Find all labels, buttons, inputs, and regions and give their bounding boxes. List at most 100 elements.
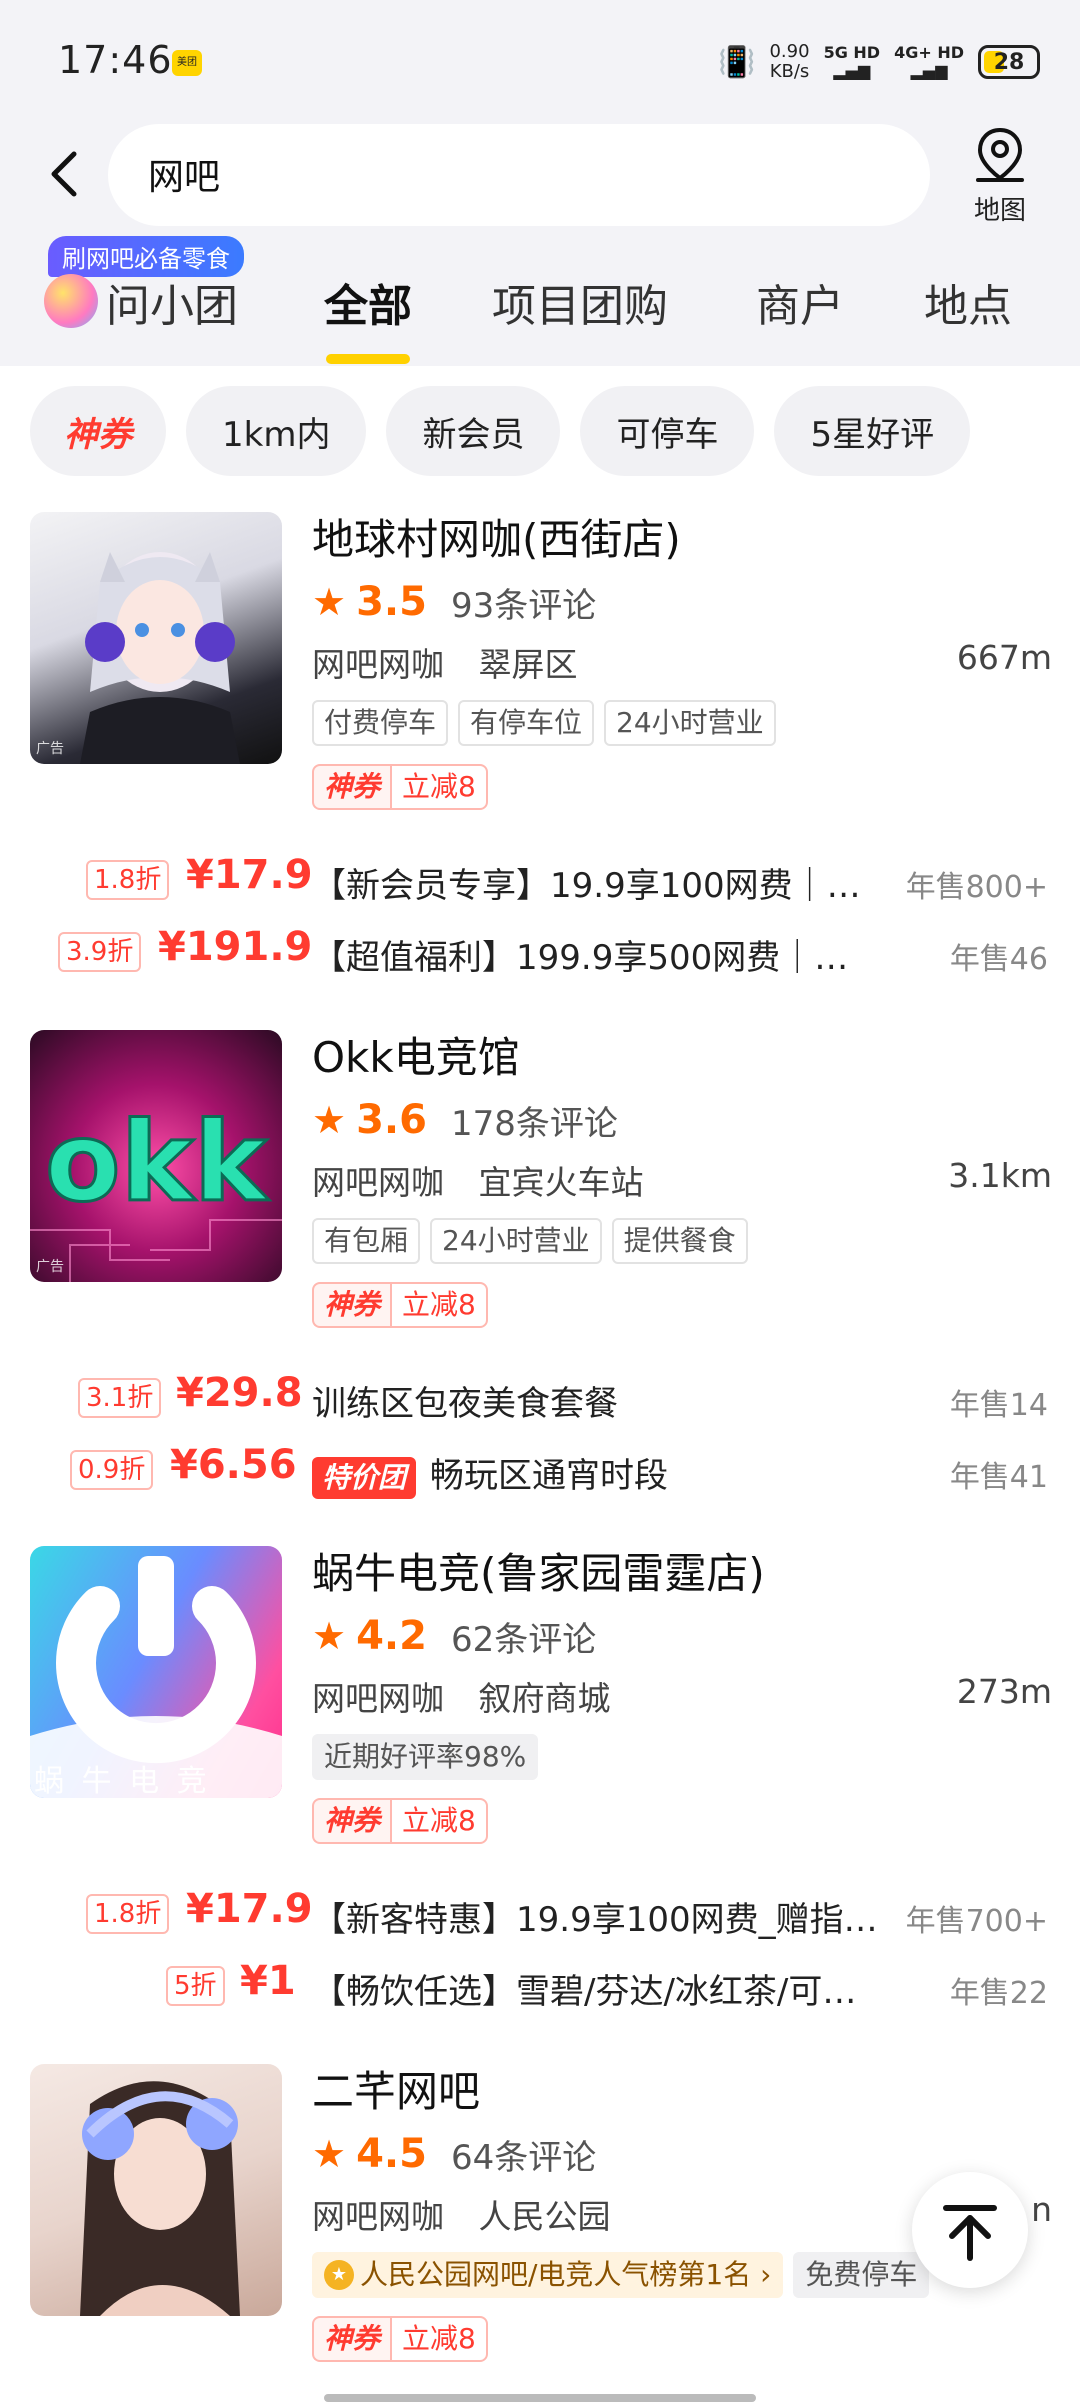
coupon-badge: 神券 立减8 xyxy=(312,764,1052,812)
shop-category: 网吧网咖 xyxy=(312,645,444,684)
search-row: 地图 xyxy=(0,120,1080,230)
back-arrow-icon[interactable] xyxy=(44,146,94,206)
shop-name[interactable]: 地球村网咖(西街店) xyxy=(312,512,1052,568)
meta-row: 网吧网咖 叙府商城 273m xyxy=(312,1672,1052,1720)
deal-desc: 特价团 畅玩区通宵时段 xyxy=(312,1448,882,1499)
snail-logo-text: 蜗 牛 电 竞 xyxy=(34,1764,211,1798)
shop-info: 蜗牛电竞(鲁家园雷霆店) ★ 4.2 62条评论 网吧网咖 叙府商城 273m … xyxy=(312,1546,1052,1846)
shop-image[interactable]: 广告 xyxy=(30,512,282,764)
deal-price: ¥29.8 xyxy=(176,1370,303,1416)
meta-row: 网吧网咖 宜宾火车站 3.1km xyxy=(312,1156,1052,1204)
deal-row[interactable]: 3.9折 ¥191.9 【超值福利】199.9享500网费｜会员… 年售46 xyxy=(0,924,1080,984)
deal-desc: 训练区包夜美食套餐 xyxy=(312,1384,618,1424)
tag-row: 有包厢 24小时营业 提供餐食 xyxy=(312,1218,1052,1266)
tab-places[interactable]: 地点 xyxy=(924,270,1012,334)
feature-tag: 提供餐食 xyxy=(611,1218,748,1264)
status-time: 17:46 xyxy=(58,38,173,82)
back-to-top-button[interactable] xyxy=(912,2172,1028,2288)
feature-tag: 24小时营业 xyxy=(430,1218,602,1264)
review-count: 93条评论 xyxy=(450,585,597,626)
star-icon: ★ xyxy=(312,1614,347,1658)
rating-row: ★ 4.2 62条评论 xyxy=(312,1612,1052,1660)
rating-score: 3.5 xyxy=(356,579,427,625)
medal-icon: ★ xyxy=(324,2260,354,2290)
deal-desc: 【新会员专享】19.9享100网费｜… xyxy=(312,866,861,906)
rating-row: ★ 3.5 93条评论 xyxy=(312,578,1052,626)
tab-merchants[interactable]: 商户 xyxy=(756,270,844,334)
shop-image[interactable]: okk 广告 xyxy=(30,1030,282,1282)
feature-tag: 付费停车 xyxy=(312,700,449,746)
tab-all[interactable]: 全部 xyxy=(324,270,412,364)
rating-row: ★ 4.5 64条评论 xyxy=(312,2130,1052,2178)
shop-name[interactable]: 二芊网吧 xyxy=(312,2064,1052,2120)
deal-discount: 5折 xyxy=(166,1966,225,2006)
feature-tag: 有停车位 xyxy=(458,700,595,746)
network-speed: 0.90 KB/s xyxy=(769,41,810,82)
star-icon: ★ xyxy=(312,1098,347,1142)
coupon-off: 立减8 xyxy=(390,1798,488,1844)
deal-desc: 【畅饮任选】雪碧/芬达/冰红茶/可乐… xyxy=(312,1972,882,2012)
map-label: 地图 xyxy=(973,196,1026,226)
shop-category: 网吧网咖 xyxy=(312,1163,444,1202)
search-box[interactable] xyxy=(108,124,930,226)
xiaotuan-logo-icon xyxy=(44,274,98,328)
svg-text:okk: okk xyxy=(45,1098,270,1226)
deal-row[interactable]: 1.8折 ¥17.9 【新客特惠】19.9享100网费_赠指… 年售700+ xyxy=(0,1886,1080,1946)
tab-bar: 刷网吧必备零食 问小团 全部 项目团购 商户 地点 xyxy=(0,234,1080,366)
shop-distance: n xyxy=(1031,2190,1052,2229)
ad-label: 广告 xyxy=(36,1259,64,1275)
deal-row[interactable]: 1.8折 ¥17.9 【新会员专享】19.9享100网费｜… 年售800+ xyxy=(0,852,1080,912)
girl-headphones-illustration xyxy=(80,2081,240,2316)
chip-coupon[interactable]: 神券 xyxy=(30,386,166,476)
signal-5g-icon: 5G HD ▂▄▆ xyxy=(823,43,881,80)
rating-score: 4.5 xyxy=(356,2131,427,2177)
vibrate-icon: 📳 xyxy=(718,44,756,80)
deal-price: ¥17.9 xyxy=(186,852,313,898)
coupon-off: 立减8 xyxy=(390,764,488,810)
special-price-badge: 特价团 xyxy=(312,1457,417,1499)
rating-score: 4.2 xyxy=(356,1613,427,1659)
deal-row[interactable]: 5折 ¥1 【畅饮任选】雪碧/芬达/冰红茶/可乐… 年售22 xyxy=(0,1958,1080,2018)
ad-label: 广告 xyxy=(36,741,64,757)
chip-1km[interactable]: 1km内 xyxy=(186,386,367,476)
coupon-brand: 神券 xyxy=(312,1282,391,1328)
status-bar: 17:46 美团 📳 0.90 KB/s 5G HD ▂▄▆ 4G+ HD ▂▄▆ … xyxy=(0,0,1080,120)
deal-sold: 年售46 xyxy=(949,942,1048,977)
shop-image[interactable] xyxy=(30,2064,282,2316)
deal-row[interactable]: 0.9折 ¥6.56 特价团 畅玩区通宵时段 年售41 xyxy=(0,1442,1080,1502)
coupon-badge: 神券 立减8 xyxy=(312,1282,1052,1330)
okk-logo-illustration: okk xyxy=(30,1097,282,1282)
chip-parking[interactable]: 可停车 xyxy=(580,386,755,476)
shop-info: Okk电竞馆 ★ 3.6 178条评论 网吧网咖 宜宾火车站 3.1km 有包厢… xyxy=(312,1030,1052,1330)
rating-score: 3.6 xyxy=(356,1097,427,1143)
map-button[interactable]: 地图 xyxy=(960,126,1040,226)
shop-distance: 667m xyxy=(956,638,1052,677)
review-count: 64条评论 xyxy=(450,2137,597,2178)
status-icons: 📳 0.90 KB/s 5G HD ▂▄▆ 4G+ HD ▂▄▆ 28 xyxy=(718,40,1040,84)
coupon-brand: 神券 xyxy=(312,2316,391,2362)
search-input[interactable] xyxy=(148,146,848,202)
tab-group-buy[interactable]: 项目团购 xyxy=(492,270,668,334)
deal-discount: 1.8折 xyxy=(86,1894,170,1934)
deal-sold: 年售800+ xyxy=(905,870,1048,905)
home-indicator[interactable] xyxy=(324,2394,756,2402)
shop-area: 叙府商城 xyxy=(478,1679,611,1718)
rating-row: ★ 3.6 178条评论 xyxy=(312,1096,1052,1144)
ask-label: 问小团 xyxy=(106,281,238,332)
deal-discount: 1.8折 xyxy=(86,860,170,900)
deal-row[interactable]: 3.1折 ¥29.8 训练区包夜美食套餐 年售14 xyxy=(0,1370,1080,1430)
feature-tag: 24小时营业 xyxy=(604,700,776,746)
meta-row: 网吧网咖 翠屏区 667m xyxy=(312,638,1052,686)
shop-name[interactable]: 蜗牛电竞(鲁家园雷霆店) xyxy=(312,1546,1052,1602)
shop-category: 网吧网咖 xyxy=(312,2197,444,2236)
shop-image[interactable]: 蜗 牛 电 竞 xyxy=(30,1546,282,1798)
star-icon: ★ xyxy=(312,2132,347,2176)
ranking-tag[interactable]: ★ 人民公园网吧/电竞人气榜第1名 › xyxy=(312,2252,784,2298)
deal-sold: 年售41 xyxy=(949,1460,1048,1495)
coupon-badge: 神券 立减8 xyxy=(312,2316,1052,2364)
shop-area: 翠屏区 xyxy=(478,645,578,684)
chip-5star[interactable]: 5星好评 xyxy=(774,386,971,476)
shop-name[interactable]: Okk电竞馆 xyxy=(312,1030,1052,1086)
chip-new-member[interactable]: 新会员 xyxy=(386,386,561,476)
feature-tag: 免费停车 xyxy=(793,2252,930,2298)
